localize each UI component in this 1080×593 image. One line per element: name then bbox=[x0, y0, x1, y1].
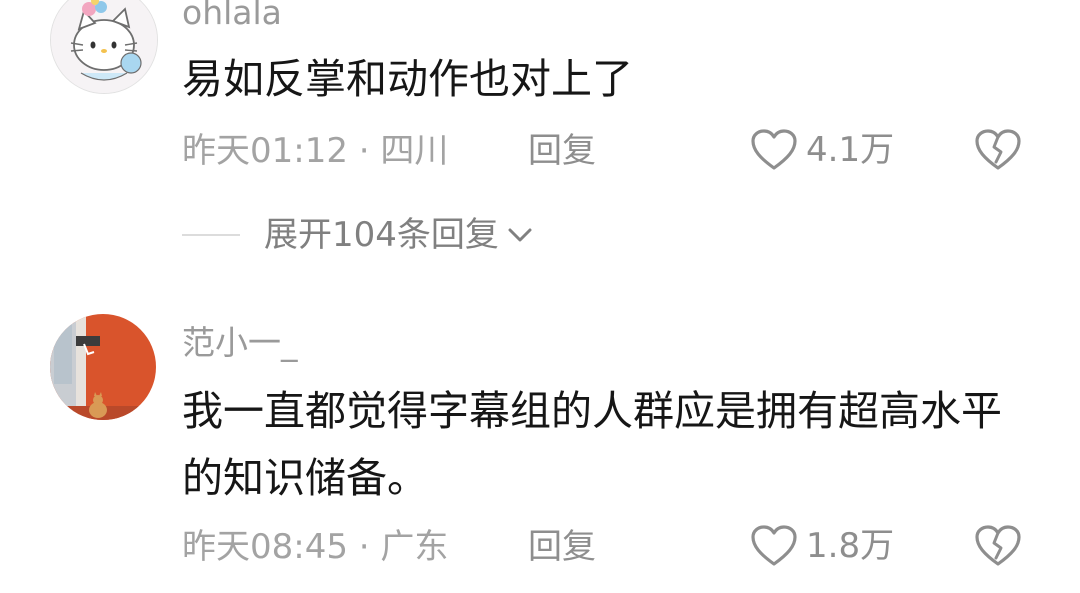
expand-replies-button[interactable]: 展开104条回复 bbox=[182, 218, 533, 252]
comment-text: 我一直都觉得字幕组的人群应是拥有超高水平的知识储备。 bbox=[182, 387, 1002, 502]
cat-photo-avatar-icon bbox=[50, 314, 156, 420]
chevron-down-icon bbox=[508, 228, 532, 242]
expand-replies-label: 展开104条回复 bbox=[264, 215, 499, 255]
like-button[interactable]: 4.1万 bbox=[750, 128, 894, 172]
like-count: 1.8万 bbox=[806, 526, 895, 566]
dislike-button[interactable] bbox=[974, 524, 1022, 572]
username[interactable]: ohlala bbox=[182, 0, 282, 29]
avatar[interactable] bbox=[50, 0, 158, 94]
broken-heart-icon bbox=[975, 525, 1021, 566]
like-button[interactable]: 1.8万 bbox=[750, 524, 894, 568]
heart-icon bbox=[751, 129, 797, 170]
dislike-button[interactable] bbox=[974, 128, 1022, 176]
username[interactable]: 范小一_ bbox=[182, 326, 298, 359]
broken-heart-icon bbox=[975, 129, 1021, 170]
cartoon-cat-avatar-icon bbox=[51, 0, 157, 93]
comment-text: 易如反掌和动作也对上了 bbox=[182, 55, 633, 103]
reply-button[interactable]: 回复 bbox=[528, 530, 596, 564]
divider-line bbox=[182, 234, 240, 236]
avatar[interactable] bbox=[50, 314, 156, 420]
reply-button[interactable]: 回复 bbox=[528, 134, 596, 168]
comment-time-location: 昨天08:45 · 广东 bbox=[182, 527, 449, 567]
comment-time-location: 昨天01:12 · 四川 bbox=[182, 131, 449, 171]
like-count: 4.1万 bbox=[806, 130, 895, 170]
heart-icon bbox=[751, 525, 797, 566]
